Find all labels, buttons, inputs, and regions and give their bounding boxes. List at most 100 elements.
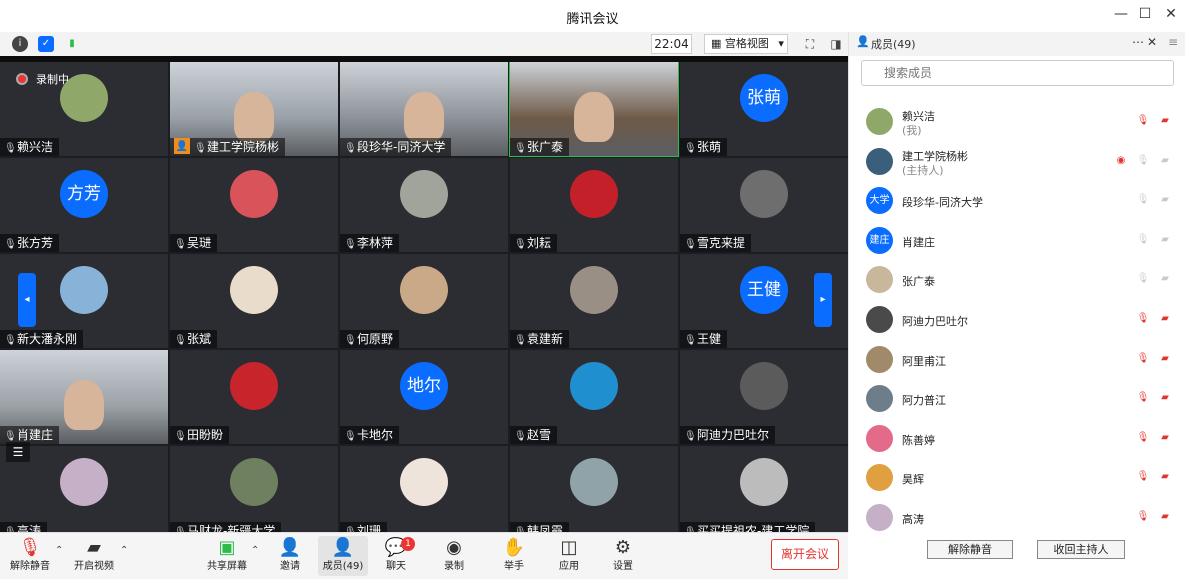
member-row[interactable]: 高涛 🎙 ▰ [849, 500, 1185, 534]
participant-tile[interactable]: 🎙张广泰 [509, 62, 679, 157]
mic-icon[interactable]: 🎙 [1136, 155, 1150, 166]
search-input[interactable] [861, 60, 1174, 86]
unmute-all-button[interactable]: 解除静音 [927, 540, 1013, 559]
camera-off-icon: ▰ [87, 537, 101, 558]
camera-off-icon[interactable]: ▰ [1158, 353, 1172, 364]
participant-name: 赖兴洁 [17, 140, 54, 154]
member-row[interactable]: 阿迪力巴吐尔 🎙 ▰ [849, 302, 1185, 336]
member-avatar [866, 424, 893, 452]
participant-tile[interactable]: 🎙张斌 [170, 254, 338, 348]
gear-icon: ⚙ [614, 537, 632, 558]
minimize-button[interactable]: — [1110, 6, 1132, 26]
participant-tile[interactable]: 🎙肖建庄 [0, 350, 168, 444]
participant-tile[interactable]: 🎙袁建新 [510, 254, 678, 348]
close-button[interactable]: ✕ [1160, 6, 1182, 26]
video-feed [574, 92, 614, 142]
camera-off-icon[interactable]: ▰ [1158, 392, 1172, 403]
start-video-button[interactable]: ▰ 开启视频 [64, 536, 124, 576]
participant-name-bar: 🎙高涛 [0, 522, 48, 532]
panel-menu-icon[interactable]: ≡ [1168, 35, 1178, 49]
mic-muted-icon[interactable]: 🎙 [1136, 432, 1150, 443]
participant-tile[interactable]: 🎙何原野 [340, 254, 508, 348]
members-button[interactable]: 👤 成员(49) [318, 536, 368, 576]
participant-tile[interactable]: 🎙段珍华-同济大学 [340, 62, 508, 156]
share-options-icon[interactable]: ⌃ [251, 545, 259, 556]
reclaim-host-button[interactable]: 收回主持人 [1037, 540, 1125, 559]
mic-icon[interactable]: 🎙 [1136, 194, 1150, 205]
participant-tile[interactable]: 🎙刘珊 [340, 446, 508, 532]
camera-off-icon[interactable]: ▰ [1158, 194, 1172, 205]
camera-off-icon[interactable]: ▰ [1158, 313, 1172, 324]
mic-muted-icon[interactable]: 🎙 [1136, 313, 1150, 324]
member-row[interactable]: 大学 段珍华-同济大学 🎙 ▰ [849, 183, 1185, 217]
member-row[interactable]: 昊辉 🎙 ▰ [849, 460, 1185, 494]
mic-muted-icon[interactable]: 🎙 [1136, 471, 1150, 482]
bottom-toolbar: 🎙 解除静音 ⌃ ▰ 开启视频 ⌃ ▣ 共享屏幕 ⌃ 👤 邀请 👤 成员(49)… [0, 532, 848, 579]
list-menu-icon[interactable]: ☰ [6, 442, 30, 462]
participant-tile[interactable]: 🎙阿迪力巴吐尔 [680, 350, 848, 444]
view-selector[interactable]: ▦ 宫格视图 ▾ [704, 34, 788, 54]
signal-icon[interactable]: ▮ [64, 36, 80, 52]
camera-off-icon[interactable]: ▰ [1158, 471, 1172, 482]
participant-tile[interactable]: 🎙刘耘 [510, 158, 678, 252]
participant-tile[interactable]: 地尔 🎙卡地尔 [340, 350, 508, 444]
participant-name: 田盼盼 [187, 428, 224, 442]
info-icon[interactable]: i [12, 36, 28, 52]
mic-muted-icon[interactable]: 🎙 [1136, 392, 1150, 403]
more-icon[interactable]: ⋯ [1132, 35, 1144, 49]
camera-off-icon[interactable]: ▰ [1158, 155, 1172, 166]
chat-button[interactable]: 💬 1 聊天 [366, 536, 426, 576]
share-screen-button[interactable]: ▣ 共享屏幕 [197, 536, 257, 576]
record-button[interactable]: ◉ 录制 [424, 536, 484, 576]
unmute-button[interactable]: 🎙 解除静音 [0, 536, 60, 576]
hand-icon: ✋ [502, 537, 526, 558]
participant-tile[interactable]: 👤 🎙建工学院杨彬 [170, 62, 338, 156]
member-row[interactable]: 张广泰 🎙 ▰ [849, 262, 1185, 296]
camera-off-icon[interactable]: ▰ [1158, 511, 1172, 522]
mic-muted-icon[interactable]: 🎙 [1136, 511, 1150, 522]
member-name: 阿迪力巴吐尔 [902, 315, 968, 328]
participant-name-bar: 🎙袁建新 [510, 330, 570, 348]
participant-tile[interactable]: 张萌 🎙张萌 [680, 62, 848, 156]
participant-tile[interactable]: 🎙李林萍 [340, 158, 508, 252]
member-row[interactable]: 陈善婷 🎙 ▰ [849, 421, 1185, 455]
invite-button[interactable]: 👤 邀请 [260, 536, 320, 576]
apps-button[interactable]: ◫ 应用 [539, 536, 599, 576]
members-panel: 👤 成员(49) ⋯ ✕ ≡ ⌕ 赖兴洁(我)🎙▰建工学院杨彬(主持人)◉🎙▰大… [848, 32, 1185, 579]
camera-off-icon[interactable]: ▰ [1158, 432, 1172, 443]
member-row[interactable]: 阿力普江 🎙 ▰ [849, 381, 1185, 415]
prev-page-button[interactable]: ◂ [18, 273, 36, 327]
leave-meeting-button[interactable]: 离开会议 [771, 539, 839, 570]
video-options-icon[interactable]: ⌃ [120, 545, 128, 556]
mic-muted-icon[interactable]: 🎙 [1136, 353, 1150, 364]
member-row[interactable]: 阿里甫江 🎙 ▰ [849, 342, 1185, 376]
maximize-button[interactable]: ☐ [1134, 6, 1156, 26]
raise-hand-button[interactable]: ✋ 举手 [484, 536, 544, 576]
participant-tile[interactable]: 方芳 🎙张方芳 [0, 158, 168, 252]
participant-tile[interactable]: 🎙马财龙-新疆大学 [170, 446, 338, 532]
member-row[interactable]: 建工学院杨彬 (主持人) ◉ 🎙 ▰ [849, 144, 1185, 178]
participant-tile[interactable]: 🎙田盼盼 [170, 350, 338, 444]
participant-tile[interactable]: 🎙买买提祖农-建工学院 [680, 446, 848, 532]
camera-off-icon[interactable]: ▰ [1158, 273, 1172, 284]
member-avatar [866, 266, 893, 294]
close-panel-icon[interactable]: ✕ [1147, 35, 1157, 49]
participant-tile[interactable]: 🎙雪克来提 [680, 158, 848, 252]
next-page-button[interactable]: ▸ [814, 273, 832, 327]
member-row[interactable]: 赖兴洁 (我) 🎙 ▰ [849, 104, 1185, 138]
participant-tile[interactable]: 🎙韩凤霞 [510, 446, 678, 532]
sidebar-toggle-icon[interactable]: ◨ [826, 34, 846, 54]
settings-button[interactable]: ⚙ 设置 [593, 536, 653, 576]
mic-muted-icon[interactable]: 🎙 [1136, 115, 1150, 126]
participant-name-bar: 🎙马财龙-新疆大学 [170, 522, 282, 532]
mic-icon[interactable]: 🎙 [1136, 273, 1150, 284]
camera-off-icon[interactable]: ▰ [1158, 234, 1172, 245]
participant-tile[interactable]: 🎙赵雪 [510, 350, 678, 444]
shield-icon[interactable]: ✓ [38, 36, 54, 52]
participant-tile[interactable]: 🎙吴琎 [170, 158, 338, 252]
mic-icon[interactable]: 🎙 [1136, 234, 1150, 245]
audio-options-icon[interactable]: ⌃ [55, 545, 63, 556]
fullscreen-icon[interactable]: ⛶ [800, 34, 820, 54]
camera-off-icon[interactable]: ▰ [1158, 115, 1172, 126]
member-row[interactable]: 建庄 肖建庄 🎙 ▰ [849, 223, 1185, 257]
